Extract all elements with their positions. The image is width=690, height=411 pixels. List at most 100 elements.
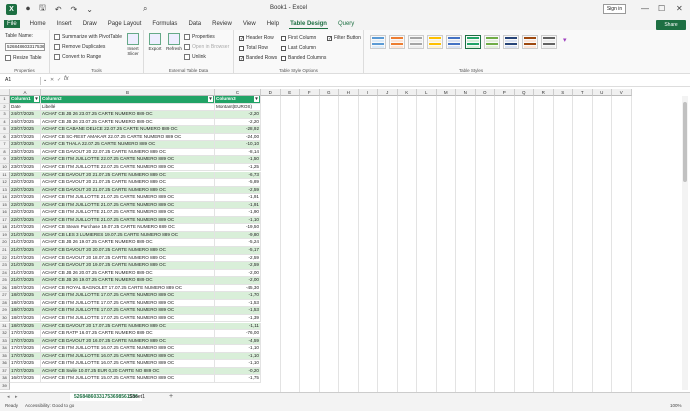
- label-cell[interactable]: ACHAT CB CABANE DELICE 22.07.25 CARTE NU…: [41, 126, 215, 134]
- column-header-p[interactable]: P: [495, 89, 515, 96]
- column-header-l[interactable]: L: [417, 89, 437, 96]
- select-all-corner[interactable]: [0, 89, 10, 96]
- amount-cell[interactable]: -2,59: [215, 254, 261, 263]
- date-cell[interactable]: 23/07/2025: [10, 141, 41, 149]
- amount-cell[interactable]: -10,10: [215, 141, 261, 149]
- label-cell[interactable]: ACHAT CB DAVOUT 20 20.07.25 CARTE NUMERO…: [41, 247, 215, 255]
- label-cell[interactable]: Libellé: [41, 103, 215, 112]
- amount-cell[interactable]: -28,92: [215, 126, 261, 134]
- label-cell[interactable]: ACHAT CB ITM JUILLOTTE 21.07.25 CARTE NU…: [41, 194, 215, 202]
- amount-cell[interactable]: -2,59: [215, 186, 261, 195]
- date-cell[interactable]: 22/07/2025: [10, 216, 41, 225]
- date-cell[interactable]: 23/07/2025: [10, 156, 41, 164]
- open-browser-button[interactable]: Open in Browser: [184, 44, 229, 50]
- tab-formulas[interactable]: Formulas: [151, 20, 178, 28]
- row-header[interactable]: 14: [0, 194, 10, 202]
- amount-cell[interactable]: -5,89: [215, 179, 261, 187]
- amount-cell[interactable]: -1,53: [215, 307, 261, 315]
- label-cell[interactable]: ACHAT CB ITM JUILLOTTE 15.07.25 CARTE NU…: [41, 375, 215, 383]
- header-row-checkbox[interactable]: ✓ Header Row: [239, 35, 274, 41]
- row-header[interactable]: 13: [0, 186, 10, 195]
- label-cell[interactable]: ACHAT CB DAVOUT 20 21.07.25 CARTE NUMERO…: [41, 179, 215, 187]
- column-header-m[interactable]: M: [436, 89, 456, 96]
- row-header[interactable]: 17: [0, 216, 10, 225]
- amount-cell[interactable]: -1,53: [215, 299, 261, 308]
- name-box-dropdown-icon[interactable]: ⌄: [43, 77, 47, 83]
- date-cell[interactable]: 22/07/2025: [10, 194, 41, 202]
- label-cell[interactable]: ACHAT CB ITM JUILLOTTE 17.07.25 CARTE NU…: [41, 292, 215, 300]
- vertical-scrollbar[interactable]: [682, 96, 688, 390]
- amount-cell[interactable]: -8,14: [215, 148, 261, 157]
- tab-view[interactable]: View: [242, 20, 257, 28]
- date-cell[interactable]: 22/07/2025: [10, 186, 41, 195]
- label-cell[interactable]: ACHAT CB THALA 22.07.25 CARTE NUMERO 889…: [41, 141, 215, 149]
- date-cell[interactable]: 24/07/2025: [10, 111, 41, 119]
- row-header[interactable]: 7: [0, 141, 10, 149]
- date-cell[interactable]: 22/07/2025: [10, 201, 41, 210]
- table-style-swatch-selected[interactable]: [465, 35, 481, 49]
- label-cell[interactable]: ACHAT CB ITM JUILLOTTE 16.07.25 CARTE NU…: [41, 345, 215, 353]
- unlink-button[interactable]: Unlink: [184, 54, 206, 60]
- label-cell[interactable]: ACHAT CB JB 26 23.07.25 CARTE NUMERO 889…: [41, 111, 215, 119]
- tab-insert[interactable]: Insert: [56, 20, 73, 28]
- column-header-c[interactable]: C: [215, 89, 261, 96]
- amount-cell[interactable]: -6,73: [215, 171, 261, 180]
- row-header[interactable]: 23: [0, 262, 10, 270]
- customize-qat-icon[interactable]: ⌄: [86, 5, 93, 14]
- banded-rows-checkbox[interactable]: ✓ Banded Rows: [239, 55, 277, 61]
- amount-cell[interactable]: -1,90: [215, 209, 261, 217]
- label-cell[interactable]: ACHAT CB JB 26 19.07.25 CARTE NUMERO 889…: [41, 277, 215, 285]
- enter-icon[interactable]: ✓: [57, 77, 61, 83]
- amount-cell[interactable]: -1,75: [215, 375, 261, 383]
- column-header-j[interactable]: J: [378, 89, 398, 96]
- column-header-g[interactable]: G: [319, 89, 339, 96]
- date-cell[interactable]: 21/07/2025: [10, 262, 41, 270]
- worksheet-grid[interactable]: A B C D E F G H I J K L M N O P Q R S T U V 1 Column1 ▾ Column2 ▾ C…: [0, 89, 690, 392]
- amount-cell[interactable]: -2,59: [215, 262, 261, 270]
- amount-cell[interactable]: -76,00: [215, 330, 261, 338]
- tab-draw[interactable]: Draw: [82, 20, 98, 28]
- amount-cell[interactable]: -45,30: [215, 284, 261, 293]
- label-cell[interactable]: ACHAT CB ROYAL BAGNOLET 17.07.25 CARTE N…: [41, 284, 215, 293]
- sign-in-button[interactable]: Sign in: [603, 4, 626, 14]
- filter-dropdown-icon[interactable]: ▾: [254, 96, 259, 102]
- tab-help[interactable]: Help: [266, 20, 280, 28]
- date-cell[interactable]: 17/07/2025: [10, 337, 41, 346]
- table-style-swatch[interactable]: [408, 35, 424, 49]
- label-cell[interactable]: ACHAT CB Steam Purchase 19.07.25 CARTE N…: [41, 224, 215, 232]
- column-header-n[interactable]: N: [456, 89, 476, 96]
- row-header[interactable]: 6: [0, 133, 10, 142]
- amount-cell[interactable]: -1,10: [215, 216, 261, 225]
- label-cell[interactable]: ACHAT CB ITM JUILLOTTE 21.07.25 CARTE NU…: [41, 209, 215, 217]
- tab-table-design[interactable]: Table Design: [289, 20, 328, 29]
- maximize-button[interactable]: ☐: [658, 4, 665, 13]
- table-header-cell[interactable]: Column2 ▾: [41, 96, 215, 104]
- label-cell[interactable]: ACHAT CB JB 26 23.07.25 CARTE NUMERO 889…: [41, 118, 215, 127]
- column-header-s[interactable]: S: [553, 89, 573, 96]
- row-header[interactable]: 9: [0, 156, 10, 164]
- label-cell[interactable]: ACHAT CB LES 3 LUMIERES 19.07.25 CARTE N…: [41, 231, 215, 240]
- row-header[interactable]: 16: [0, 209, 10, 217]
- date-cell[interactable]: 23/07/2025: [10, 163, 41, 172]
- column-header-q[interactable]: Q: [514, 89, 534, 96]
- banded-columns-checkbox[interactable]: Banded Columns: [281, 55, 326, 61]
- table-style-swatch[interactable]: [522, 35, 538, 49]
- row-header[interactable]: 22: [0, 254, 10, 263]
- date-cell[interactable]: 18/07/2025: [10, 299, 41, 308]
- amount-cell[interactable]: -1,11: [215, 322, 261, 331]
- column-header-i[interactable]: I: [358, 89, 378, 96]
- table-style-swatch[interactable]: [503, 35, 519, 49]
- date-cell[interactable]: 22/07/2025: [10, 209, 41, 217]
- label-cell[interactable]: ACHAT CB RATP 16.07.25 CARTE NUMERO 889 …: [41, 330, 215, 338]
- date-cell[interactable]: 23/07/2025: [10, 133, 41, 142]
- row-header[interactable]: 29: [0, 307, 10, 315]
- column-header-v[interactable]: V: [612, 89, 632, 96]
- cancel-icon[interactable]: ✕: [50, 77, 54, 83]
- row-header[interactable]: 10: [0, 163, 10, 172]
- table-style-swatch[interactable]: [541, 35, 557, 49]
- label-cell[interactable]: ACHAT CB Swile 10.07.25 EUR 0,20 CARTE N…: [41, 367, 215, 376]
- label-cell[interactable]: ACHAT CB JB 26 19.07.25 CARTE NUMERO 889…: [41, 239, 215, 247]
- redo-icon[interactable]: ↷: [71, 5, 78, 14]
- row-header[interactable]: 5: [0, 126, 10, 134]
- column-header-o[interactable]: O: [475, 89, 495, 96]
